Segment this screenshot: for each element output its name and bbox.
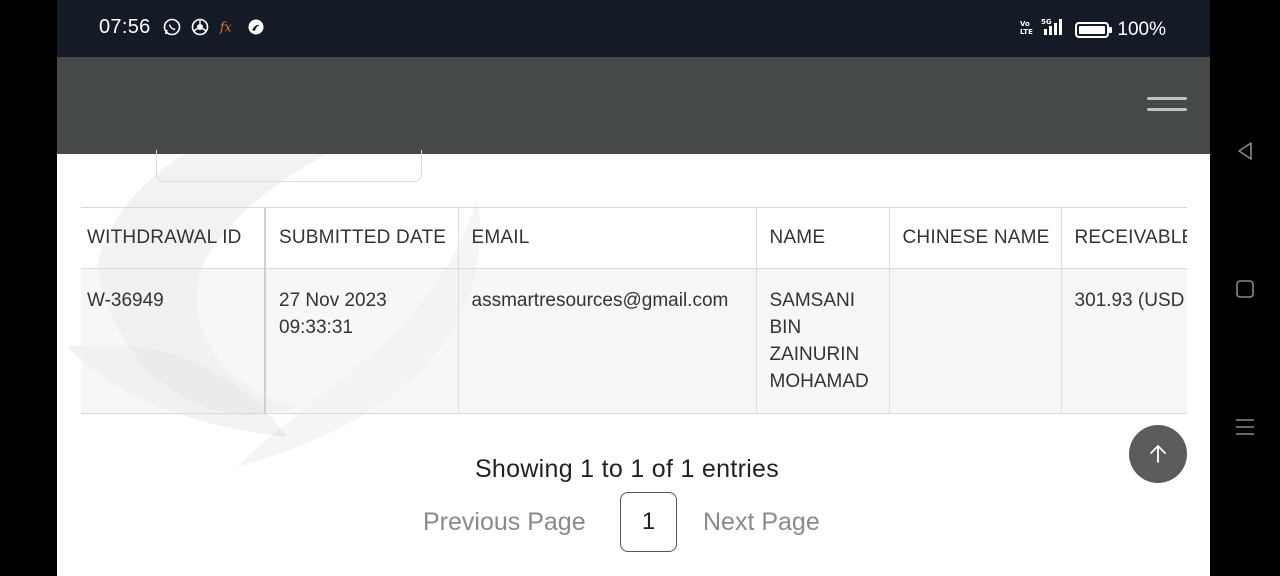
menu-icon[interactable] [1147,97,1187,113]
battery-icon [1075,22,1113,38]
header-withdrawal-id[interactable]: WITHDRAWAL ID [81,207,266,269]
cell-submitted-date: 27 Nov 2023 09:33:31 [265,268,459,414]
browser-icon [247,18,265,36]
chrome-icon [191,18,209,36]
submitted-date: 27 Nov 2023 [279,290,387,311]
fx-icon: fx [219,18,237,36]
svg-text:LTE: LTE [1020,28,1033,36]
signal-icon: 5G [1041,17,1067,43]
table-row: W-36949 27 Nov 2023 09:33:31 assmartreso… [81,268,1187,414]
cell-withdrawal-id: W-36949 [81,268,266,414]
next-page-button[interactable]: Next Page [703,508,820,537]
status-time: 07:56 [99,16,151,38]
previous-page-button[interactable]: Previous Page [423,508,586,537]
name-line: BIN [769,317,802,338]
search-box[interactable] [156,150,422,182]
left-edge [0,0,57,576]
status-bar: 07:56 fx Vo LTE 5G 100% [57,0,1210,57]
table-header-row: WITHDRAWAL ID SUBMITTED DATE EMAIL NAME … [81,207,1187,269]
cell-name: SAMSANI BIN ZAINURIN MOHAMAD [756,268,890,414]
back-icon[interactable] [1234,140,1256,162]
entries-info: Showing 1 to 1 of 1 entries [474,455,780,483]
whatsapp-icon [163,18,181,36]
recents-icon[interactable] [1234,416,1256,438]
name-line: MOHAMAD [769,371,869,392]
top-header [57,57,1210,154]
notification-icons: fx [163,18,265,36]
header-email[interactable]: EMAIL [458,207,757,269]
system-nav-bar [1210,0,1280,576]
page-1-button[interactable]: 1 [620,492,677,552]
header-receivable[interactable]: RECEIVABLE [1061,207,1187,269]
header-submitted-date[interactable]: SUBMITTED DATE [265,207,459,269]
volte-icon: Vo LTE [1019,18,1033,42]
scroll-to-top-button[interactable] [1129,425,1187,483]
cell-chinese-name [889,268,1062,414]
header-name[interactable]: NAME [756,207,890,269]
app-screen: 07:56 fx Vo LTE 5G 100% WITHDRAWAL ID SU… [57,0,1210,576]
submitted-time: 09:33:31 [279,317,353,338]
header-chinese-name[interactable]: CHINESE NAME [889,207,1062,269]
cell-receivable: 301.93 (USD [1061,268,1187,414]
status-indicators: Vo LTE 5G 100% [1019,17,1166,43]
home-icon[interactable] [1234,278,1256,300]
name-line: SAMSANI [769,290,856,311]
svg-text:Vo: Vo [1020,20,1030,28]
pagination: Previous Page 1 Next Page [57,492,1210,552]
battery-percent: 100% [1117,19,1166,40]
withdrawal-table: WITHDRAWAL ID SUBMITTED DATE EMAIL NAME … [81,207,1187,414]
arrow-up-icon [1150,445,1166,463]
svg-text:fx: fx [219,20,232,35]
name-line: ZAINURIN [769,344,860,365]
cell-email: assmartresources@gmail.com [458,268,757,414]
svg-text:5G: 5G [1041,18,1052,26]
